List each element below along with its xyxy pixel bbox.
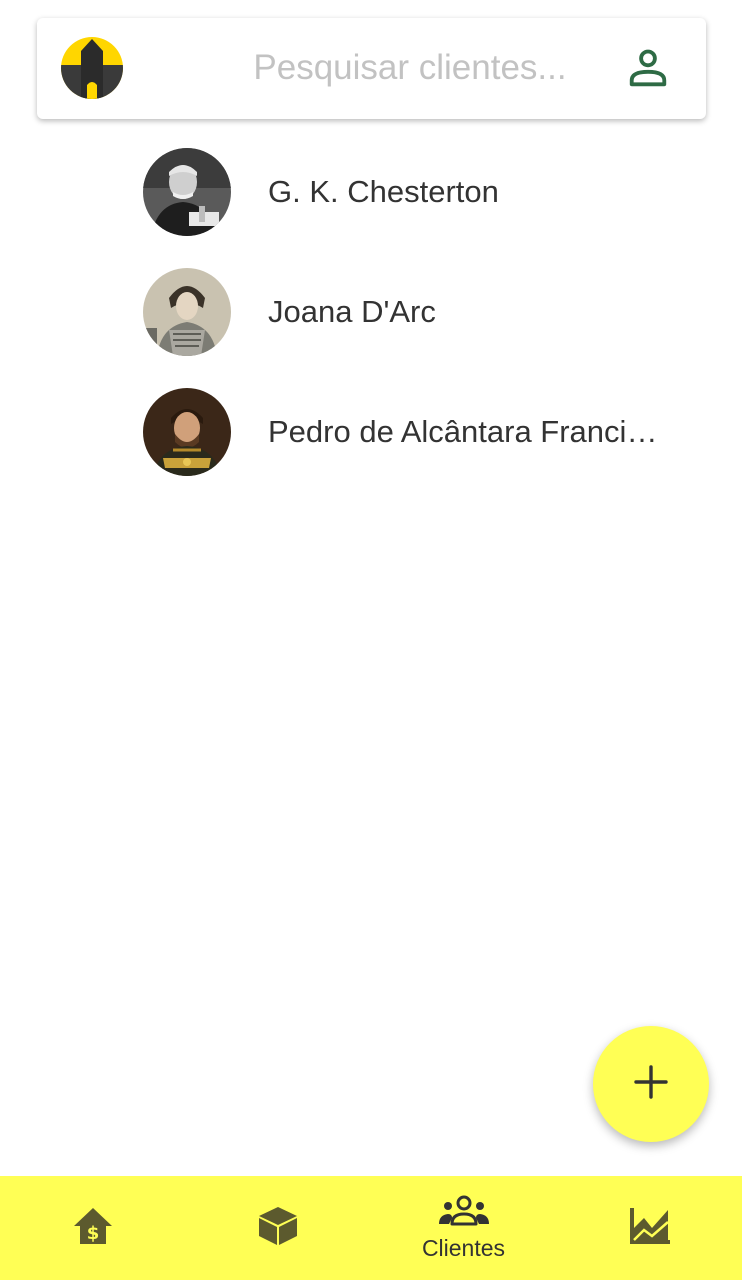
client-list-item[interactable]: G. K. Chesterton [143,147,683,237]
nav-label-clients: Clientes [421,1235,506,1261]
client-name: G. K. Chesterton [268,174,499,209]
client-avatar [143,388,231,476]
add-client-button[interactable] [593,1026,709,1142]
user-profile-icon [625,45,671,96]
profile-button[interactable] [622,44,674,96]
area-chart-icon [628,1206,672,1251]
plus-icon [634,1064,668,1104]
box-icon [257,1205,299,1252]
client-name: Pedro de Alcântara Francisco Antônio Joã… [268,414,668,449]
nav-item-products[interactable] [185,1176,370,1280]
search-input[interactable] [205,42,615,94]
app-logo-icon [61,37,123,99]
clients-screen: G. K. Chesterton Joana D'Arc [0,0,742,1280]
nav-item-sales[interactable]: $ [0,1176,185,1280]
nav-item-clients[interactable]: Clientes [371,1176,556,1280]
svg-text:$: $ [86,1223,99,1244]
search-bar [37,18,706,119]
home-dollar-icon: $ [72,1206,114,1251]
client-avatar [143,148,231,236]
client-list-item[interactable]: Joana D'Arc [143,267,683,357]
nav-item-reports[interactable] [557,1176,742,1280]
client-name: Joana D'Arc [268,294,436,329]
client-list-item[interactable]: Pedro de Alcântara Francisco Antônio Joã… [143,387,683,477]
people-group-icon [438,1194,490,1233]
bottom-navigation: $ Clientes [0,1176,742,1280]
client-avatar [143,268,231,356]
